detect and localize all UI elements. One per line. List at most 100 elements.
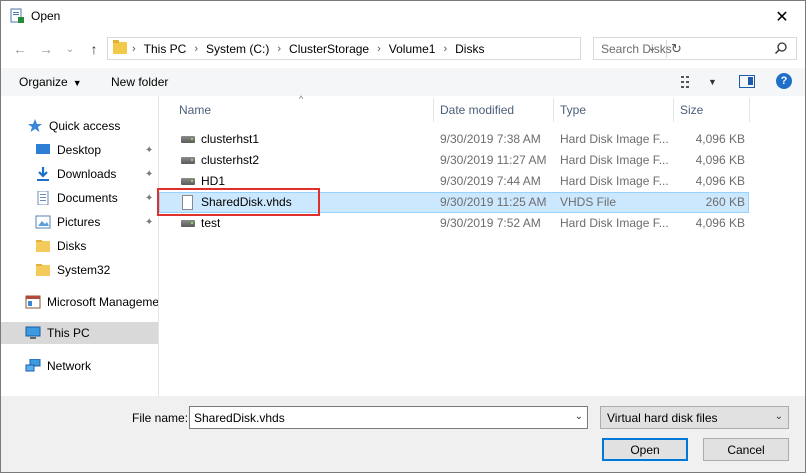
column-divider[interactable] <box>749 98 750 122</box>
file-row-clusterhst2[interactable]: clusterhst2 9/30/2019 11:27 AM Hard Disk… <box>159 150 749 171</box>
sidebar-item-documents[interactable]: Documents ✦ <box>1 187 159 209</box>
folder-icon <box>113 40 127 54</box>
pin-icon: ✦ <box>145 144 154 156</box>
sidebar-item-desktop[interactable]: Desktop ✦ <box>1 139 159 161</box>
file-type: Hard Disk Image F... <box>560 216 669 230</box>
cancel-button[interactable]: Cancel <box>703 438 789 461</box>
caret-down-icon: ▼ <box>708 77 717 87</box>
breadcrumb-system-c[interactable]: System (C:) <box>206 42 269 56</box>
breadcrumb-clusterstorage[interactable]: ClusterStorage <box>289 42 369 56</box>
organize-menu-button[interactable]: Organize ▼ <box>19 75 82 89</box>
file-type-select[interactable]: Virtual hard disk files ⌄ <box>600 406 789 429</box>
disk-image-icon <box>181 178 195 185</box>
search-input[interactable]: Search Disks <box>601 42 672 56</box>
up-button[interactable]: ↑ <box>85 40 103 58</box>
forward-button[interactable]: → <box>37 40 55 58</box>
disk-image-icon <box>181 220 195 227</box>
breadcrumb-separator[interactable]: › <box>277 43 281 55</box>
sidebar-item-label: Documents <box>57 191 118 205</box>
close-button[interactable]: ✕ <box>759 1 805 32</box>
recent-locations-button[interactable]: ⌄ <box>61 40 79 58</box>
chevron-down-icon: ⌄ <box>65 43 75 55</box>
breadcrumb-this-pc[interactable]: This PC <box>144 42 187 56</box>
open-dialog: Open ✕ ← → ⌄ ↑ › This PC › System (C:) ›… <box>0 0 806 473</box>
breadcrumb-separator[interactable]: › <box>194 43 198 55</box>
close-icon: ✕ <box>775 8 789 26</box>
sidebar-item-label: Downloads <box>57 167 117 181</box>
file-type: Hard Disk Image F... <box>560 132 669 146</box>
help-icon: ? <box>780 75 788 87</box>
title-bar: Open ✕ <box>1 1 805 32</box>
breadcrumb-disks[interactable]: Disks <box>455 42 484 56</box>
details-view-icon <box>681 76 689 88</box>
column-header-size[interactable]: Size <box>680 96 750 124</box>
change-view-button[interactable]: ▼ <box>681 74 719 90</box>
search-box[interactable]: Search Disks <box>593 37 797 60</box>
sidebar-item-label: Network <box>47 359 92 373</box>
help-button[interactable]: ? <box>776 73 792 89</box>
sidebar-item-downloads[interactable]: Downloads ✦ <box>1 163 159 185</box>
file-row-test[interactable]: test 9/30/2019 7:52 AM Hard Disk Image F… <box>159 213 749 234</box>
sidebar-item-this-pc[interactable]: This PC <box>1 322 159 344</box>
preview-pane-button[interactable] <box>739 75 755 88</box>
address-bar[interactable]: › This PC › System (C:) › ClusterStorage… <box>107 37 682 60</box>
cancel-button-label: Cancel <box>727 442 765 457</box>
chevron-down-icon[interactable]: ⌄ <box>575 411 583 422</box>
sidebar-item-quick-access[interactable]: Quick access <box>1 115 159 137</box>
pin-icon: ✦ <box>145 192 154 204</box>
column-header-type[interactable]: Type <box>560 96 672 124</box>
sidebar-item-pictures[interactable]: Pictures ✦ <box>1 211 159 233</box>
file-date: 9/30/2019 7:52 AM <box>440 216 541 230</box>
file-size: 4,096 KB <box>695 174 745 188</box>
file-size: 4,096 KB <box>695 216 745 230</box>
file-size: 260 KB <box>705 195 745 209</box>
sidebar-item-label: Disks <box>57 239 87 253</box>
file-name-label: File name: <box>132 411 189 425</box>
sidebar-item-network[interactable]: Network <box>1 355 159 377</box>
file-type: Hard Disk Image F... <box>560 174 669 188</box>
sidebar-item-label: Microsoft Manageme <box>47 295 159 309</box>
file-size: 4,096 KB <box>695 132 745 146</box>
column-divider[interactable] <box>673 98 674 122</box>
arrow-left-icon: ← <box>13 41 27 57</box>
breadcrumb: › This PC › System (C:) › ClusterStorage… <box>132 42 484 56</box>
breadcrumb-volume1[interactable]: Volume1 <box>389 42 436 56</box>
sidebar-item-label: This PC <box>47 326 90 340</box>
new-folder-button[interactable]: New folder <box>111 75 168 89</box>
column-divider[interactable] <box>553 98 554 122</box>
file-date: 9/30/2019 7:38 AM <box>440 132 541 146</box>
back-button[interactable]: ← <box>11 40 29 58</box>
column-divider[interactable] <box>433 98 434 122</box>
organize-label: Organize <box>19 75 68 89</box>
pin-icon: ✦ <box>145 168 154 180</box>
breadcrumb-separator[interactable]: › <box>443 43 447 55</box>
pictures-icon <box>35 215 51 229</box>
file-name-value: SharedDisk.vhds <box>194 411 285 425</box>
column-header-date[interactable]: Date modified <box>440 96 552 124</box>
window-title: Open <box>31 9 61 23</box>
open-dialog-icon <box>10 8 24 23</box>
mmc-icon <box>25 295 41 309</box>
open-button[interactable]: Open <box>602 438 688 461</box>
sidebar-item-system32[interactable]: System32 <box>1 259 159 281</box>
computer-icon <box>25 326 41 339</box>
file-name: clusterhst2 <box>201 153 260 167</box>
navigation-bar: ← → ⌄ ↑ › This PC › System (C:) › Cluste… <box>1 34 805 64</box>
column-header-label: Type <box>560 103 587 117</box>
sidebar-item-disks[interactable]: Disks <box>1 235 159 257</box>
network-icon <box>25 359 41 372</box>
file-row-clusterhst1[interactable]: clusterhst1 9/30/2019 7:38 AM Hard Disk … <box>159 129 749 150</box>
file-date: 9/30/2019 7:44 AM <box>440 174 541 188</box>
file-type-value: Virtual hard disk files <box>607 411 718 425</box>
star-icon <box>28 119 42 132</box>
breadcrumb-separator[interactable]: › <box>377 43 381 55</box>
file-name-input[interactable]: SharedDisk.vhds ⌄ <box>189 406 588 429</box>
sidebar-item-microsoft-management[interactable]: Microsoft Manageme <box>1 291 159 313</box>
disk-image-icon <box>181 136 195 143</box>
column-header-name[interactable]: Name <box>179 96 433 124</box>
documents-icon <box>37 191 49 205</box>
breadcrumb-separator: › <box>132 43 136 55</box>
dialog-footer: File name: SharedDisk.vhds ⌄ Virtual har… <box>1 396 805 472</box>
file-type: Hard Disk Image F... <box>560 153 669 167</box>
command-toolbar: Organize ▼ New folder ▼ ? <box>1 68 805 96</box>
